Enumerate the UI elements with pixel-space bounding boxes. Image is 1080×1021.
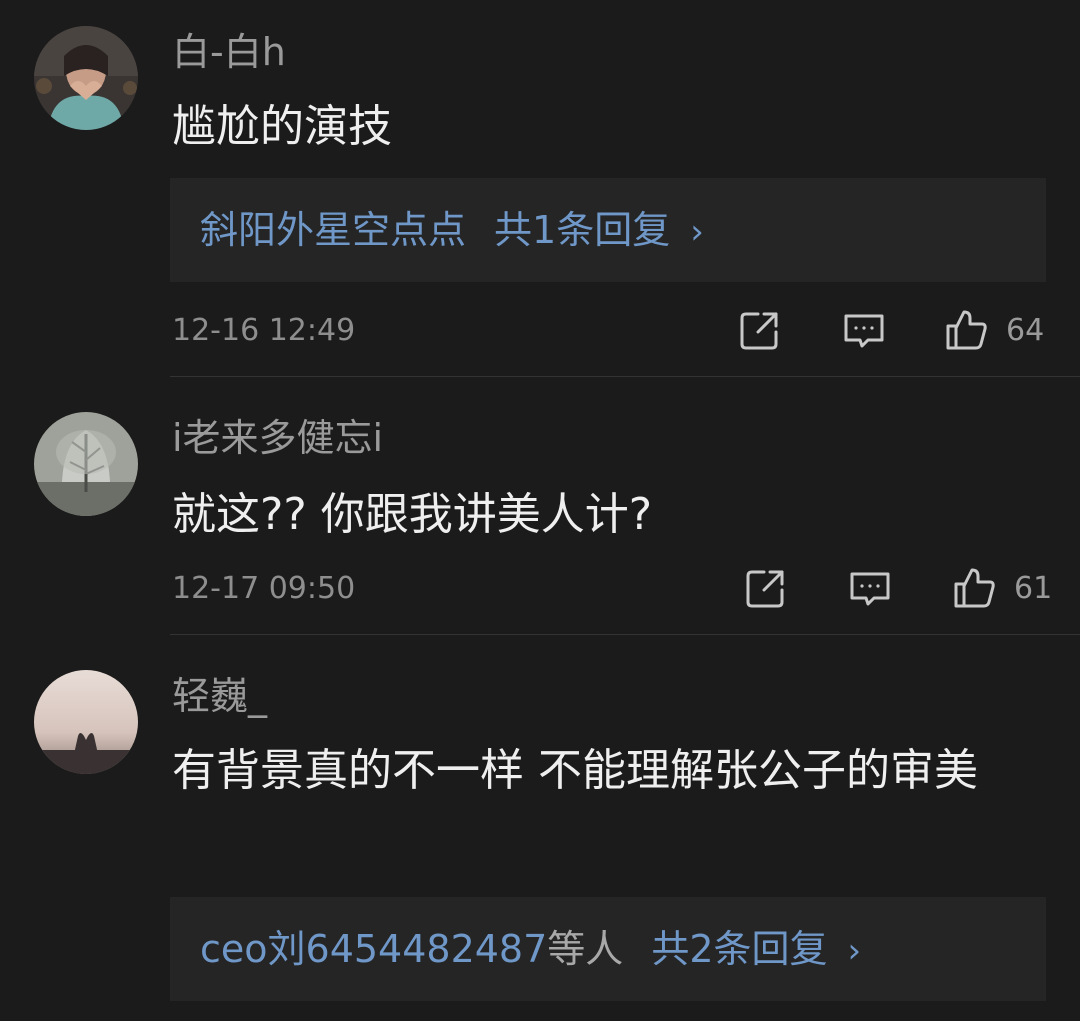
divider: [170, 376, 1080, 377]
like-count: 61: [1014, 571, 1053, 606]
share-icon[interactable]: [736, 306, 784, 354]
thumbs-up-icon[interactable]: [950, 564, 998, 612]
comment-text: 尴尬的演技: [172, 101, 392, 152]
reply-preview[interactable]: 斜阳外星空点点 共1条回复 ›: [170, 178, 1046, 282]
comment-icon[interactable]: [840, 306, 888, 354]
user-avatar[interactable]: [34, 26, 138, 130]
reply-user-link[interactable]: 斜阳外星空点点: [200, 208, 466, 252]
username[interactable]: 轻巍_: [172, 670, 267, 722]
reply-preview[interactable]: ceo刘6454482487等人 共2条回复 ›: [170, 897, 1046, 1001]
reply-count-link[interactable]: 共1条回复: [494, 208, 670, 252]
user-avatar[interactable]: [34, 670, 138, 774]
user-avatar[interactable]: [34, 412, 138, 516]
username[interactable]: i老来多健忘i: [172, 412, 383, 464]
comment-text: 就这?? 你跟我讲美人计?: [172, 489, 653, 540]
reply-suffix: 等人: [547, 927, 624, 971]
comment-time: 12-16 12:49: [172, 313, 356, 348]
thumbs-up-icon[interactable]: [942, 306, 990, 354]
chevron-right-icon: ›: [847, 931, 862, 971]
reply-user-link[interactable]: ceo刘6454482487: [200, 927, 547, 971]
divider: [170, 634, 1080, 635]
username[interactable]: 白-白h: [172, 26, 286, 78]
share-icon[interactable]: [742, 564, 790, 612]
comment-text: 有背景真的不一样 不能理解张公子的审美: [172, 745, 978, 796]
comment-time: 12-17 09:50: [172, 571, 356, 606]
reply-count-link[interactable]: 共2条回复: [651, 927, 827, 971]
chevron-right-icon: ›: [690, 212, 704, 252]
comment-icon[interactable]: [846, 564, 894, 612]
like-count: 64: [1006, 313, 1045, 348]
